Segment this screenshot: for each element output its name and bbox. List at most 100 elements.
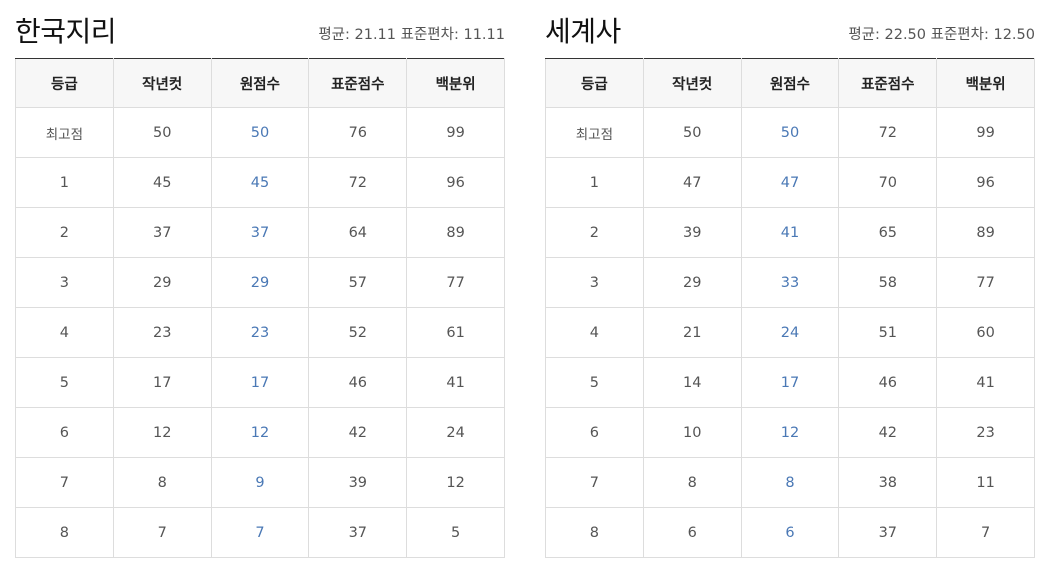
table-row: 7 8 9 39 12 — [15, 457, 505, 508]
grade-cell: 4 — [15, 307, 114, 358]
percentile-cell: 24 — [406, 407, 505, 458]
table-row: 최고점 50 50 76 99 — [15, 107, 505, 158]
standard-score-cell: 65 — [838, 207, 938, 258]
grade-cell: 최고점 — [15, 107, 114, 158]
last-year-cut-cell: 23 — [112, 307, 212, 358]
standard-score-cell: 42 — [308, 407, 408, 458]
standard-score-cell: 46 — [838, 357, 938, 408]
raw-score-cell: 41 — [740, 207, 840, 258]
standard-score-cell: 51 — [838, 307, 938, 358]
table-row: 최고점 50 50 72 99 — [545, 107, 1035, 158]
column-header-raw-score: 원점수 — [210, 58, 310, 108]
last-year-cut-cell: 47 — [642, 157, 742, 208]
standard-score-cell: 76 — [308, 107, 408, 158]
mean-label: 평균: 21.11 — [318, 27, 397, 43]
grade-cell: 3 — [15, 257, 114, 308]
last-year-cut-cell: 17 — [112, 357, 212, 408]
last-year-cut-cell: 10 — [642, 407, 742, 458]
last-year-cut-cell: 6 — [642, 507, 742, 558]
raw-score-cell: 6 — [740, 507, 840, 558]
percentile-cell: 41 — [936, 357, 1035, 408]
grade-cell: 5 — [545, 357, 644, 408]
percentile-cell: 96 — [406, 157, 505, 208]
percentile-cell: 23 — [936, 407, 1035, 458]
table-row: 2 39 41 65 89 — [545, 207, 1035, 258]
table-row: 6 12 12 42 24 — [15, 407, 505, 458]
grade-cell: 1 — [545, 157, 644, 208]
raw-score-cell: 12 — [210, 407, 310, 458]
raw-score-cell: 9 — [210, 457, 310, 508]
last-year-cut-cell: 21 — [642, 307, 742, 358]
grade-cell: 6 — [15, 407, 114, 458]
grade-cell: 8 — [545, 507, 644, 558]
column-header-last-year-cut: 작년컷 — [642, 58, 742, 108]
standard-score-cell: 37 — [838, 507, 938, 558]
standard-score-cell: 38 — [838, 457, 938, 508]
column-header-grade: 등급 — [545, 58, 644, 108]
percentile-cell: 12 — [406, 457, 505, 508]
grade-cell: 1 — [15, 157, 114, 208]
last-year-cut-cell: 12 — [112, 407, 212, 458]
standard-score-cell: 72 — [838, 107, 938, 158]
percentile-cell: 99 — [406, 107, 505, 158]
standard-score-cell: 64 — [308, 207, 408, 258]
last-year-cut-cell: 7 — [112, 507, 212, 558]
last-year-cut-cell: 29 — [112, 257, 212, 308]
table-header-row: 등급 작년컷 원점수 표준점수 백분위 — [545, 58, 1035, 108]
percentile-cell: 61 — [406, 307, 505, 358]
grade-cell: 5 — [15, 357, 114, 408]
standard-score-cell: 42 — [838, 407, 938, 458]
raw-score-cell: 33 — [740, 257, 840, 308]
standard-score-cell: 57 — [308, 257, 408, 308]
raw-score-cell: 17 — [740, 357, 840, 408]
raw-score-cell: 47 — [740, 157, 840, 208]
table-header-row: 등급 작년컷 원점수 표준점수 백분위 — [15, 58, 505, 108]
table-row: 3 29 33 58 77 — [545, 257, 1035, 308]
last-year-cut-cell: 45 — [112, 157, 212, 208]
raw-score-cell: 45 — [210, 157, 310, 208]
table-row: 2 37 37 64 89 — [15, 207, 505, 258]
grade-cell: 2 — [545, 207, 644, 258]
percentile-cell: 77 — [936, 257, 1035, 308]
table-row: 5 17 17 46 41 — [15, 357, 505, 408]
mean-label: 평균: 22.50 — [848, 27, 927, 43]
grade-cell: 4 — [545, 307, 644, 358]
raw-score-cell: 8 — [740, 457, 840, 508]
grade-cut-table: 등급 작년컷 원점수 표준점수 백분위 최고점 50 50 72 99 1 47… — [545, 58, 1035, 558]
last-year-cut-cell: 37 — [112, 207, 212, 258]
panel-stats: 평균: 21.11 표준편차: 11.11 — [318, 23, 505, 44]
standard-score-cell: 39 — [308, 457, 408, 508]
standard-score-cell: 58 — [838, 257, 938, 308]
percentile-cell: 5 — [406, 507, 505, 558]
percentile-cell: 99 — [936, 107, 1035, 158]
standard-score-cell: 46 — [308, 357, 408, 408]
grade-cell: 2 — [15, 207, 114, 258]
percentile-cell: 77 — [406, 257, 505, 308]
column-header-grade: 등급 — [15, 58, 114, 108]
table-row: 1 45 45 72 96 — [15, 157, 505, 208]
grade-cell: 최고점 — [545, 107, 644, 158]
last-year-cut-cell: 8 — [112, 457, 212, 508]
table-row: 4 21 24 51 60 — [545, 307, 1035, 358]
percentile-cell: 11 — [936, 457, 1035, 508]
table-row: 3 29 29 57 77 — [15, 257, 505, 308]
table-row: 4 23 23 52 61 — [15, 307, 505, 358]
percentile-cell: 89 — [406, 207, 505, 258]
percentile-cell: 41 — [406, 357, 505, 408]
raw-score-cell: 7 — [210, 507, 310, 558]
column-header-percentile: 백분위 — [936, 58, 1035, 108]
percentile-cell: 96 — [936, 157, 1035, 208]
column-header-standard-score: 표준점수 — [308, 58, 408, 108]
standard-score-cell: 72 — [308, 157, 408, 208]
percentile-cell: 7 — [936, 507, 1035, 558]
raw-score-cell: 23 — [210, 307, 310, 358]
raw-score-cell: 12 — [740, 407, 840, 458]
percentile-cell: 89 — [936, 207, 1035, 258]
last-year-cut-cell: 29 — [642, 257, 742, 308]
table-row: 6 10 12 42 23 — [545, 407, 1035, 458]
panel-stats: 평균: 22.50 표준편차: 12.50 — [848, 23, 1035, 44]
raw-score-cell: 50 — [210, 107, 310, 158]
table-row: 8 7 7 37 5 — [15, 507, 505, 558]
grade-cell: 6 — [545, 407, 644, 458]
grade-cell: 7 — [545, 457, 644, 508]
